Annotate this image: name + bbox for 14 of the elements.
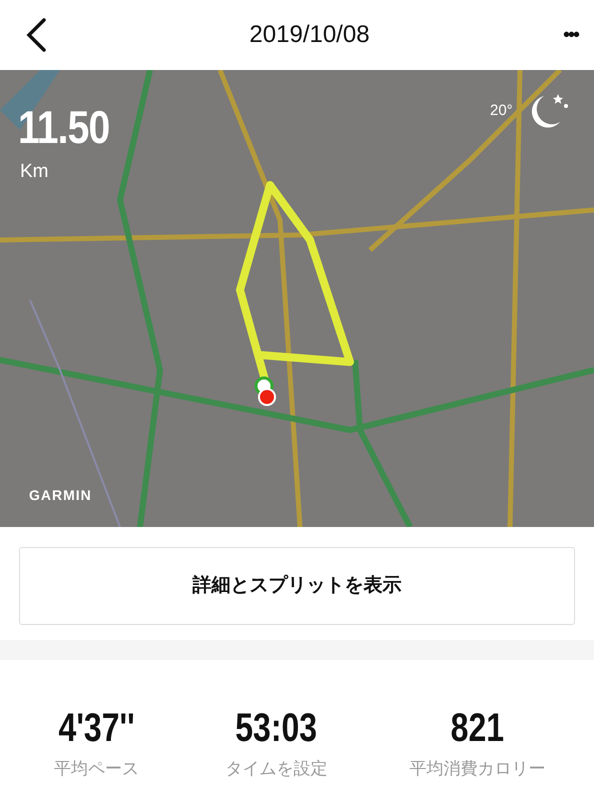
stat-value: 821	[450, 708, 504, 748]
back-icon	[25, 18, 47, 52]
details-button[interactable]: 詳細とスプリットを表示	[19, 547, 575, 625]
distance-value: 11.50	[18, 104, 110, 150]
temperature: 20°	[490, 101, 513, 121]
map-attribution: GARMIN	[29, 486, 92, 505]
more-button[interactable]: •••	[562, 20, 578, 50]
stat-label: 平均ペース	[54, 758, 139, 780]
stat-label: 平均消費カロリー	[409, 758, 546, 780]
distance-unit: Km	[20, 160, 48, 184]
stat-value: 4'37''	[58, 708, 134, 748]
stat-label: タイムを設定	[226, 758, 328, 780]
page-title: 2019/10/08	[249, 20, 370, 50]
stat-value: 53:03	[236, 708, 318, 748]
